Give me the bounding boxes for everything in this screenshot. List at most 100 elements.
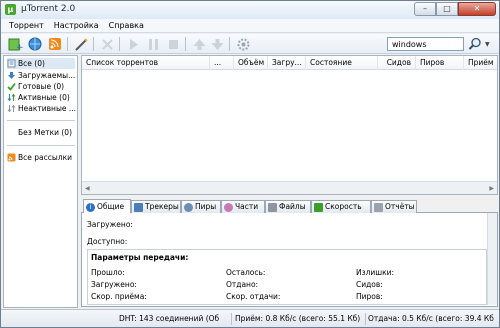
app-window: µ µTorrent 2.0 – □ ✕ Торрент Настройка С…	[0, 0, 500, 328]
sidebar-item-label: Загружаемы...	[18, 71, 76, 80]
scroll-right-icon[interactable]: ▶	[489, 185, 494, 192]
sidebar: Все (0) Загружаемы... Готовые (0) Активн…	[3, 55, 78, 308]
column-down-speed[interactable]: Приём	[464, 56, 497, 70]
tab-label: Общие	[97, 202, 125, 211]
files-icon	[268, 202, 277, 212]
torrent-list[interactable]: Список торрентов ... Объём Загру... Сост…	[81, 55, 498, 195]
column-status[interactable]: Состояние	[306, 56, 378, 70]
column-name[interactable]: Список торрентов	[82, 56, 210, 70]
maximize-button[interactable]: □	[436, 2, 458, 16]
sidebar-divider	[7, 145, 75, 146]
move-up-icon[interactable]	[191, 36, 207, 52]
transfer-params-group: Параметры передачи: Прошло: Загружено: С…	[87, 249, 487, 305]
up-speed-label: Скор. отдачи:	[226, 292, 281, 301]
tab-label: Скорость	[325, 202, 362, 211]
speed-graph-icon	[314, 202, 323, 212]
status-separator	[231, 313, 232, 325]
elapsed-label: Прошло:	[91, 268, 125, 277]
dht-status: DHT: 143 соединений (Об	[119, 314, 220, 323]
menu-help[interactable]: Справка	[109, 19, 144, 32]
column-peers[interactable]: Пиров	[416, 56, 464, 70]
general-panel: Загружено: Доступно: Параметры передачи:…	[81, 213, 498, 307]
download-status: Приём: 0.8 Кб/с (всего: 55.1 Кб)	[235, 314, 361, 323]
column-number[interactable]: ...	[210, 56, 234, 70]
sidebar-item-no-label[interactable]: Без Метки (0)	[18, 127, 72, 138]
menu-settings[interactable]: Настройка	[54, 19, 99, 32]
search-icon[interactable]	[468, 37, 482, 51]
menu-bar: Торрент Настройка Справка	[1, 19, 499, 33]
peers-icon	[184, 202, 193, 212]
tab-files[interactable]: Файлы	[265, 200, 311, 213]
sidebar-item-label: Без Метки (0)	[18, 128, 72, 137]
trackers-icon	[134, 202, 143, 212]
inactive-icon	[7, 104, 16, 113]
sidebar-item-all[interactable]: Все (0)	[7, 58, 75, 69]
column-size[interactable]: Объём	[234, 56, 268, 70]
transfer-params-title: Параметры передачи:	[91, 253, 189, 262]
stop-icon[interactable]	[165, 36, 181, 52]
sidebar-item-active[interactable]: Активные (0)	[7, 92, 70, 103]
toolbar-separator	[67, 37, 68, 51]
downloaded-stat-label: Загружено:	[91, 280, 137, 289]
status-bar: DHT: 143 соединений (Об Приём: 0.8 Кб/с …	[1, 309, 499, 327]
column-done[interactable]: Загру...	[268, 56, 306, 70]
tab-label: Части	[235, 202, 259, 211]
upload-status: Отдача: 0.5 Кб/с (всего: 39.4 Кб)	[368, 314, 494, 323]
minimize-button[interactable]: –	[414, 2, 436, 16]
down-speed-label: Скор. приёма:	[91, 292, 147, 301]
tab-label: Файлы	[279, 202, 306, 211]
rss-icon[interactable]	[47, 36, 63, 52]
info-icon: i	[86, 202, 95, 212]
sidebar-item-label: Активные (0)	[18, 93, 70, 102]
title-bar: µ µTorrent 2.0 – □ ✕	[1, 1, 499, 19]
logger-icon	[374, 202, 383, 212]
sidebar-item-inactive[interactable]: Неактивные ...	[7, 103, 76, 114]
sidebar-item-rss[interactable]: Все рассылки	[7, 152, 72, 163]
download-icon	[7, 71, 16, 80]
toolbar-separator	[93, 37, 94, 51]
wasted-label: Излишки:	[356, 268, 395, 277]
horizontal-scrollbar[interactable]: ◀ ▶	[82, 181, 497, 194]
column-seeds[interactable]: Сидов	[378, 56, 416, 70]
tab-general[interactable]: i Общие	[83, 199, 131, 214]
sidebar-divider	[7, 120, 75, 121]
uploaded-label: Отдано:	[226, 280, 259, 289]
sidebar-item-label: Все рассылки	[18, 153, 72, 162]
create-torrent-icon[interactable]	[73, 36, 89, 52]
move-down-icon[interactable]	[209, 36, 225, 52]
remove-icon[interactable]	[99, 36, 115, 52]
tab-speed[interactable]: Скорость	[311, 200, 371, 213]
pause-icon[interactable]	[145, 36, 161, 52]
close-button[interactable]: ✕	[458, 2, 496, 16]
sidebar-item-label: Неактивные ...	[18, 104, 77, 113]
window-controls: – □ ✕	[414, 2, 496, 17]
window-title: µTorrent 2.0	[21, 4, 76, 14]
toolbar-separator	[185, 37, 186, 51]
menu-torrent[interactable]: Торрент	[9, 19, 44, 32]
toolbar-separator	[119, 37, 120, 51]
preferences-gear-icon[interactable]	[235, 36, 251, 52]
tab-logger[interactable]: Отчёты	[371, 200, 417, 213]
tab-peers[interactable]: Пиры	[181, 200, 221, 213]
downloaded-label: Загружено:	[87, 220, 133, 229]
available-label: Доступно:	[87, 237, 128, 246]
search-input[interactable]	[387, 37, 464, 51]
add-torrent-icon[interactable]: +	[7, 36, 23, 52]
pieces-icon	[224, 202, 233, 212]
vertical-scrollbar[interactable]	[487, 213, 497, 305]
sidebar-item-downloading[interactable]: Загружаемы...	[7, 70, 75, 81]
tab-pieces[interactable]: Части	[221, 200, 265, 213]
tab-label: Пиры	[195, 202, 217, 211]
detail-tabs: i Общие Трекеры Пиры Части Файлы Скорост…	[81, 199, 498, 214]
toolbar-separator	[229, 37, 230, 51]
utorrent-logo-icon: µ	[5, 4, 16, 15]
rss-feed-icon	[7, 153, 16, 162]
sidebar-item-completed[interactable]: Готовые (0)	[7, 81, 64, 92]
remaining-label: Осталось:	[226, 268, 266, 277]
chevron-down-icon[interactable]: ▼	[485, 41, 490, 48]
tab-trackers[interactable]: Трекеры	[131, 200, 181, 213]
add-url-icon[interactable]	[27, 36, 43, 52]
start-icon[interactable]	[125, 36, 141, 52]
scroll-left-icon[interactable]: ◀	[85, 185, 90, 192]
sidebar-item-label: Готовые (0)	[18, 82, 65, 91]
